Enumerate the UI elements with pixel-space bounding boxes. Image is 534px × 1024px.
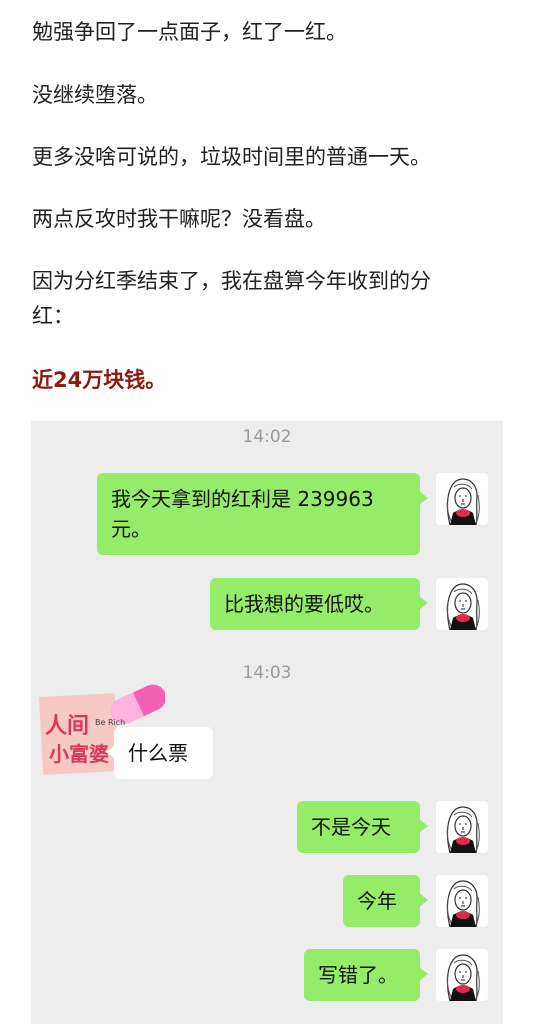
bubble-line: 我今天拿到的红利是 239963 — [111, 487, 374, 511]
sticker-tag: Be Rich — [95, 718, 125, 727]
self-avatar[interactable] — [436, 578, 488, 630]
chat-bubble-sent[interactable]: 写错了。 — [304, 949, 428, 1001]
chat-bubble-sent[interactable]: 不是今天 — [297, 801, 428, 853]
chat-timestamp: 14:02 — [242, 427, 292, 447]
sticker-text-2: 小富婆 — [49, 742, 109, 766]
sketch-portrait-avatar-icon — [446, 583, 480, 630]
chat-bubble-sent[interactable]: 今年 — [343, 875, 428, 927]
article-paragraph: 两点反攻时我干嘛呢？没看盘。 — [32, 207, 326, 231]
article-paragraph: 勉强争回了一点面子，红了一红。 — [32, 20, 347, 44]
article-paragraph: 因为分红季结束了，我在盘算今年收到的分 — [32, 269, 431, 293]
article-highlight: 近24万块钱。 — [32, 368, 167, 392]
chat-timestamp: 14:03 — [242, 663, 292, 683]
sketch-portrait-avatar-icon — [446, 806, 480, 853]
chat-bubble-sent[interactable]: 我今天拿到的红利是 239963 元。 — [97, 473, 428, 555]
bubble-line: 元。 — [111, 517, 151, 541]
article-paragraph: 红： — [32, 304, 74, 328]
sketch-portrait-avatar-icon — [446, 880, 480, 927]
self-avatar[interactable] — [436, 875, 488, 927]
chat-screenshot: 14:02 我今天拿到的红利是 239963 元。 比我想的要低哎。 14:03 — [31, 421, 503, 1024]
chat-bubble-sent[interactable]: 比我想的要低哎。 — [210, 578, 428, 630]
sketch-portrait-avatar-icon — [446, 478, 480, 525]
sketch-portrait-avatar-icon — [446, 954, 480, 1001]
self-avatar[interactable] — [436, 473, 488, 525]
chat-bubble-received[interactable]: 什么票 — [106, 727, 213, 779]
article-paragraph: 更多没啥可说的，垃圾时间里的普通一天。 — [32, 145, 431, 169]
self-avatar[interactable] — [436, 949, 488, 1001]
sticker-text-1: 人间 — [45, 714, 89, 739]
self-avatar[interactable] — [436, 801, 488, 853]
article-paragraph: 没继续堕落。 — [32, 83, 158, 107]
